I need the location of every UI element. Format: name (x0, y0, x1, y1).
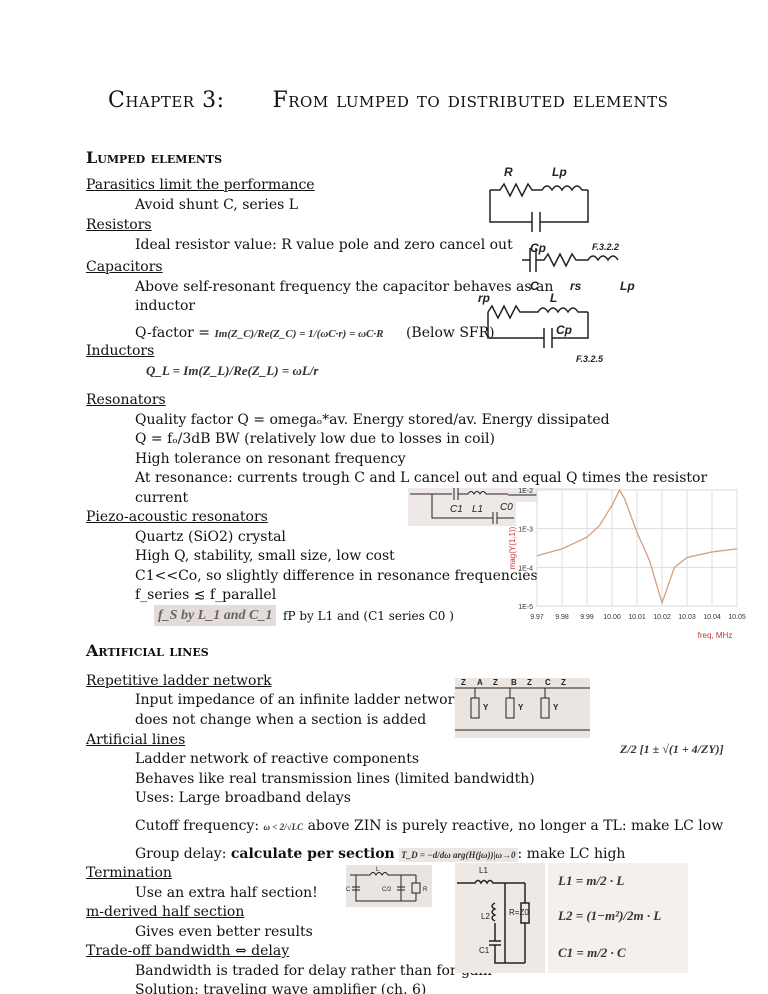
subheading: m-derived half section (86, 904, 245, 920)
cutoff-equation: ω < 2/√LC (263, 822, 304, 832)
y-tick-label: 1E-4 (518, 565, 533, 572)
section-heading-lumped: Lumped elements (86, 148, 223, 167)
y-tick-label: 1E-5 (518, 604, 533, 611)
subheading: Resistors (86, 217, 152, 233)
text-line: f_series ≲ f_parallel (135, 587, 277, 603)
x-tick-label: 10.05 (728, 614, 746, 621)
subheading: Trade-off bandwidth ⇔ delay (86, 943, 290, 959)
svg-text:R: R (504, 165, 513, 179)
text-line: Uses: Large broadband delays (135, 790, 351, 806)
text-line: Input impedance of an infinite ladder ne… (135, 692, 463, 708)
text-line: Quartz (SiO2) crystal (135, 529, 286, 545)
svg-text:Z: Z (527, 678, 532, 687)
text-line: inductor (135, 298, 196, 314)
svg-text:rp: rp (478, 291, 490, 305)
svg-text:A: A (477, 678, 483, 687)
text-line: C1<<Co, so slightly difference in resona… (135, 568, 543, 584)
svg-text:C1: C1 (479, 946, 490, 955)
svg-text:C1: C1 (450, 504, 463, 515)
section-heading-artificial: Artificial lines (86, 641, 209, 660)
svg-text:F.3.2.5: F.3.2.5 (576, 354, 604, 364)
text-line: High tolerance on resonant frequency (135, 451, 406, 467)
subheading: Repetitive ladder network (86, 673, 272, 689)
termination-circuit-image: L C C/2 R (346, 865, 432, 907)
text-line: Bandwidth is traded for delay rather tha… (135, 963, 492, 979)
x-tick-label: 9.99 (580, 614, 594, 621)
text-line: Solution: traveling wave amplifier (ch. … (135, 982, 427, 994)
subheading: Piezo-acoustic resonators (86, 509, 268, 525)
svg-text:Cp: Cp (556, 323, 572, 337)
svg-text:C: C (530, 279, 539, 293)
q-factor-equation: Im(Z_C)/Re(Z_C) = 1/(ωC·r) = ωC·R (214, 328, 384, 340)
text-line: Avoid shunt C, series L (135, 197, 299, 213)
m-derived-circuit-image: L1 L2 R=Z0 C1 (455, 863, 545, 973)
text-line: Behaves like real transmission lines (li… (135, 771, 535, 787)
ladder-network-image: Z A Z B Z C Z Y Y Y (455, 678, 590, 738)
x-tick-label: 10.03 (678, 614, 696, 621)
svg-text:C/2: C/2 (382, 887, 392, 893)
svg-text:Z: Z (493, 678, 498, 687)
svg-text:Lp: Lp (552, 165, 567, 179)
parallel-capacitor (489, 190, 589, 232)
subheading: Termination (86, 865, 172, 881)
svg-text:B: B (511, 678, 517, 687)
ql-equation: Q_L = Im(Z_L)/Re(Z_L) = ωL/r (146, 363, 319, 378)
subheading: Capacitors (86, 259, 163, 275)
svg-text:L1: L1 (472, 504, 483, 515)
component-figures: R Lp Cp F.3.2.2 C rs Lp rp L Cp F.3.2.5 (478, 165, 635, 364)
svg-text:Y: Y (553, 703, 559, 712)
svg-text:F.3.2.2: F.3.2.2 (592, 242, 619, 252)
x-tick-label: 10.02 (653, 614, 671, 621)
svg-text:L1: L1 (479, 866, 488, 875)
text-line: does not change when a section is added (135, 712, 427, 728)
m-derived-equations: L1 = m/2 · L L2 = (1−m²)/2m · L C1 = m/2… (548, 863, 688, 973)
y-tick-label: 1E-2 (518, 488, 533, 495)
document-page: Chapter 3: From lumped to distributed ele… (0, 0, 768, 994)
subheading: Inductors (86, 343, 155, 359)
text-line: current (135, 490, 189, 506)
svg-text:R=Z0: R=Z0 (509, 908, 529, 917)
svg-text:rs: rs (570, 279, 582, 293)
x-tick-label: 10.04 (703, 614, 721, 621)
svg-text:Lp: Lp (620, 279, 635, 293)
inductor-model (487, 304, 589, 348)
text-line: Q = fₒ/3dB BW (relatively low due to los… (135, 431, 495, 447)
subheading: Resonators (86, 392, 166, 408)
x-tick-label: 10.00 (603, 614, 621, 621)
svg-text:Z: Z (561, 678, 566, 687)
svg-text:Y: Y (518, 703, 524, 712)
group-delay-equation: T_D = −d/dω arg(H(jω))|ω→0 (399, 848, 518, 862)
svg-text:Y: Y (483, 703, 489, 712)
text-line: Ladder network of reactive components (135, 751, 419, 767)
y-axis-label: mag(Y(1,1)) (508, 526, 517, 569)
text-line: Use an extra half section! (135, 885, 318, 901)
svg-text:C: C (346, 887, 351, 893)
z-equation: Z/2 [1 ± √(1 + 4/ZY)] (620, 742, 724, 756)
svg-text:L2: L2 (481, 912, 490, 921)
svg-text:R: R (423, 887, 428, 893)
x-tick-label: 10.01 (628, 614, 646, 621)
subheading: Artificial lines (86, 732, 186, 748)
x-tick-label: 9.98 (555, 614, 569, 621)
svg-text:Cp: Cp (530, 241, 546, 255)
x-axis-label: freq, MHz (698, 631, 733, 640)
svg-text:Z: Z (461, 678, 466, 687)
y-tick-label: 1E-3 (518, 527, 533, 534)
text-line: Cutoff frequency: ω < 2/√LC above ZIN is… (135, 818, 724, 834)
text-line: High Q, stability, small size, low cost (135, 548, 395, 564)
text-line: Ideal resistor value: R value pole and z… (135, 237, 513, 253)
svg-text:L: L (550, 291, 557, 305)
text-line: Group delay: calculate per section T_D =… (135, 846, 626, 862)
x-tick-label: 9.97 (530, 614, 544, 621)
text-line: fP by L1 and (C1 series C0 ) (283, 609, 454, 623)
text-line: Q-factor = Im(Z_C)/Re(Z_C) = 1/(ωC·r) = … (135, 325, 495, 341)
chapter-title: Chapter 3: From lumped to distributed ele… (108, 88, 669, 113)
resistor-inductor-series (490, 182, 588, 198)
text-line: Gives even better results (135, 924, 313, 940)
admittance-chart: 9.97 9.98 9.99 10.00 10.01 10.02 10.03 10.04 10.… (508, 488, 746, 640)
subheading: Parasitics limit the performance (86, 177, 315, 193)
fs-formula-image: f_S by L_1 and C_1 (154, 605, 277, 626)
crystal-circuit-image: C1 L1 C0 (408, 488, 516, 526)
svg-text:C: C (545, 678, 551, 687)
